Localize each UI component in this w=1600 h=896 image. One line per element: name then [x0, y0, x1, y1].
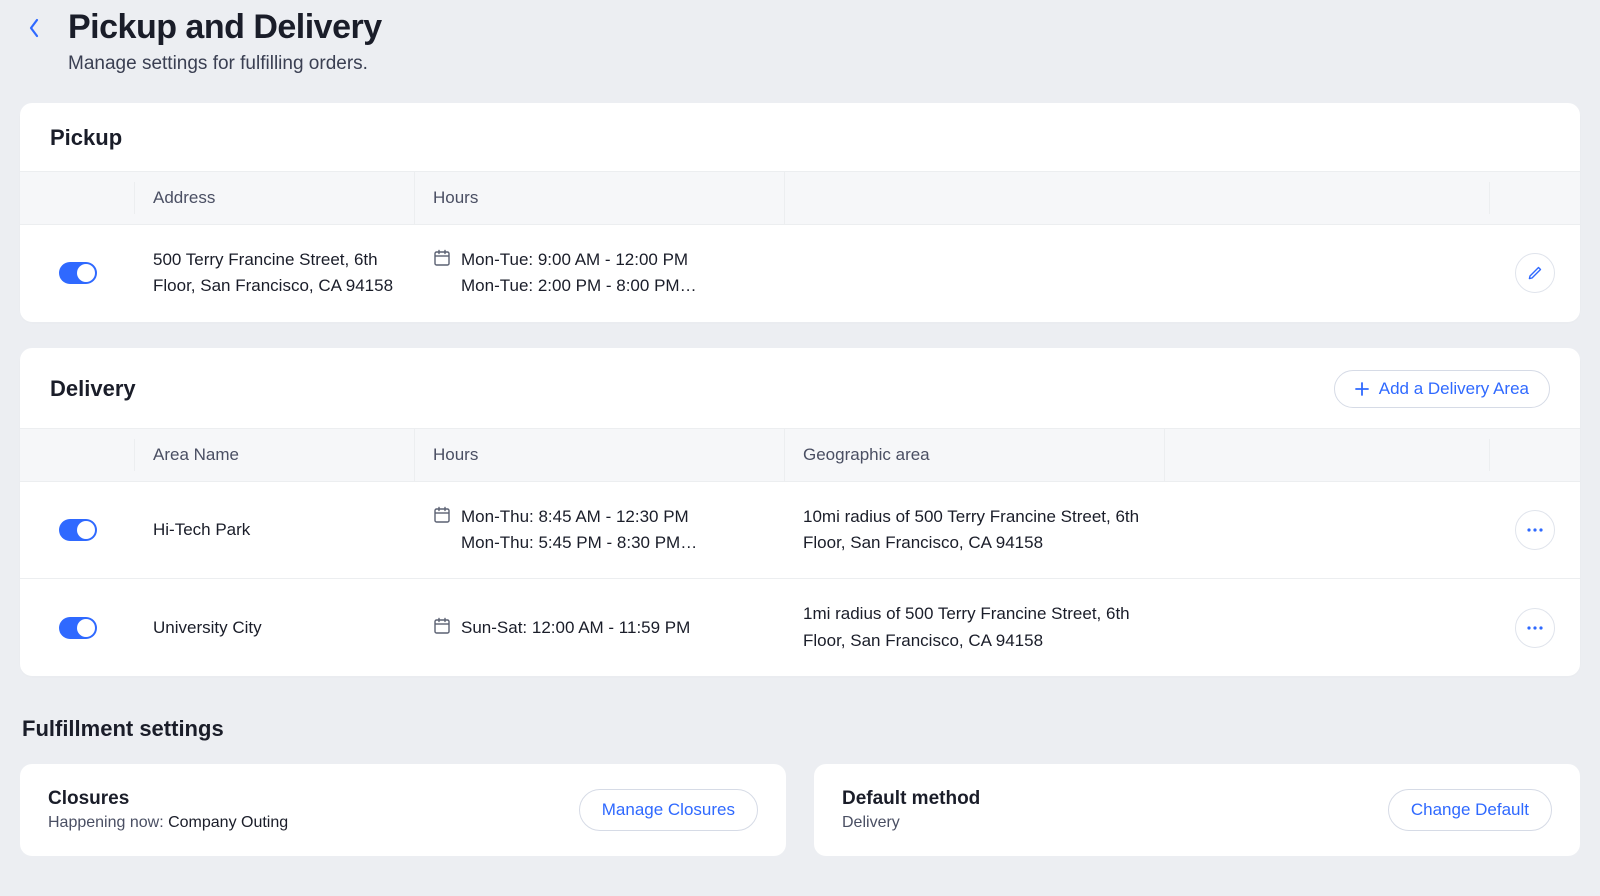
- delivery-title: Delivery: [50, 376, 136, 402]
- delivery-hours-line: Mon-Thu: 5:45 PM - 8:30 PM…: [461, 530, 697, 556]
- calendar-icon: [433, 249, 451, 300]
- delivery-card: Delivery Add a Delivery Area Area Name H…: [20, 348, 1580, 676]
- pickup-hours-line: Mon-Tue: 9:00 AM - 12:00 PM: [461, 247, 697, 273]
- pencil-icon: [1527, 265, 1543, 281]
- page-header: Pickup and Delivery Manage settings for …: [20, 0, 1580, 103]
- pickup-toggle[interactable]: [59, 262, 97, 284]
- pickup-address: 500 Terry Francine Street, 6th Floor, Sa…: [135, 225, 415, 322]
- column-geographic-area: Geographic area: [785, 429, 1165, 481]
- delivery-geographic-area: 1mi radius of 500 Terry Francine Street,…: [785, 579, 1165, 676]
- kebab-horizontal-icon: [1526, 626, 1544, 630]
- default-method-card: Default method Delivery Change Default: [814, 764, 1580, 856]
- delivery-hours-line: Mon-Thu: 8:45 AM - 12:30 PM: [461, 504, 697, 530]
- kebab-horizontal-icon: [1526, 528, 1544, 532]
- delivery-row-more-button[interactable]: [1515, 608, 1555, 648]
- delivery-row: University City Sun-Sat: 12:00 AM - 11:5…: [20, 579, 1580, 676]
- page-subtitle: Manage settings for fulfilling orders.: [68, 53, 382, 75]
- chevron-left-icon: [28, 18, 40, 38]
- delivery-area-name: Hi-Tech Park: [135, 495, 415, 565]
- pickup-row: 500 Terry Francine Street, 6th Floor, Sa…: [20, 225, 1580, 322]
- delivery-toggle[interactable]: [59, 519, 97, 541]
- column-hours: Hours: [415, 429, 785, 481]
- change-default-button[interactable]: Change Default: [1388, 789, 1552, 831]
- delivery-row-more-button[interactable]: [1515, 510, 1555, 550]
- edit-pickup-button[interactable]: [1515, 253, 1555, 293]
- pickup-hours-line: Mon-Tue: 2:00 PM - 8:00 PM…: [461, 273, 697, 299]
- manage-closures-button[interactable]: Manage Closures: [579, 789, 758, 831]
- delivery-area-name: University City: [135, 593, 415, 663]
- calendar-icon: [433, 617, 451, 641]
- column-area-name: Area Name: [135, 429, 415, 481]
- add-delivery-area-label: Add a Delivery Area: [1379, 379, 1529, 399]
- closures-title: Closures: [48, 788, 288, 810]
- plus-icon: [1355, 382, 1369, 396]
- page-title: Pickup and Delivery: [68, 8, 382, 47]
- closures-sub-prefix: Happening now:: [48, 814, 168, 831]
- delivery-toggle[interactable]: [59, 617, 97, 639]
- column-hours: Hours: [415, 172, 785, 224]
- column-address: Address: [135, 172, 415, 224]
- delivery-table-header: Area Name Hours Geographic area: [20, 428, 1580, 482]
- delivery-row: Hi-Tech Park Mon-Thu: 8:45 AM - 12:30 PM…: [20, 482, 1580, 580]
- closures-current-value: Company Outing: [168, 814, 288, 831]
- closures-card: Closures Happening now: Company Outing M…: [20, 764, 786, 856]
- fulfillment-settings-title: Fulfillment settings: [22, 716, 1580, 742]
- delivery-geographic-area: 10mi radius of 500 Terry Francine Street…: [785, 482, 1165, 579]
- pickup-table-header: Address Hours: [20, 171, 1580, 225]
- default-method-value: Delivery: [842, 814, 980, 832]
- calendar-icon: [433, 506, 451, 557]
- pickup-card: Pickup Address Hours 500 Terry Francine …: [20, 103, 1580, 322]
- pickup-title: Pickup: [50, 125, 122, 151]
- add-delivery-area-button[interactable]: Add a Delivery Area: [1334, 370, 1550, 408]
- delivery-hours-line: Sun-Sat: 12:00 AM - 11:59 PM: [461, 615, 690, 641]
- back-button[interactable]: [20, 14, 48, 42]
- default-method-title: Default method: [842, 788, 980, 810]
